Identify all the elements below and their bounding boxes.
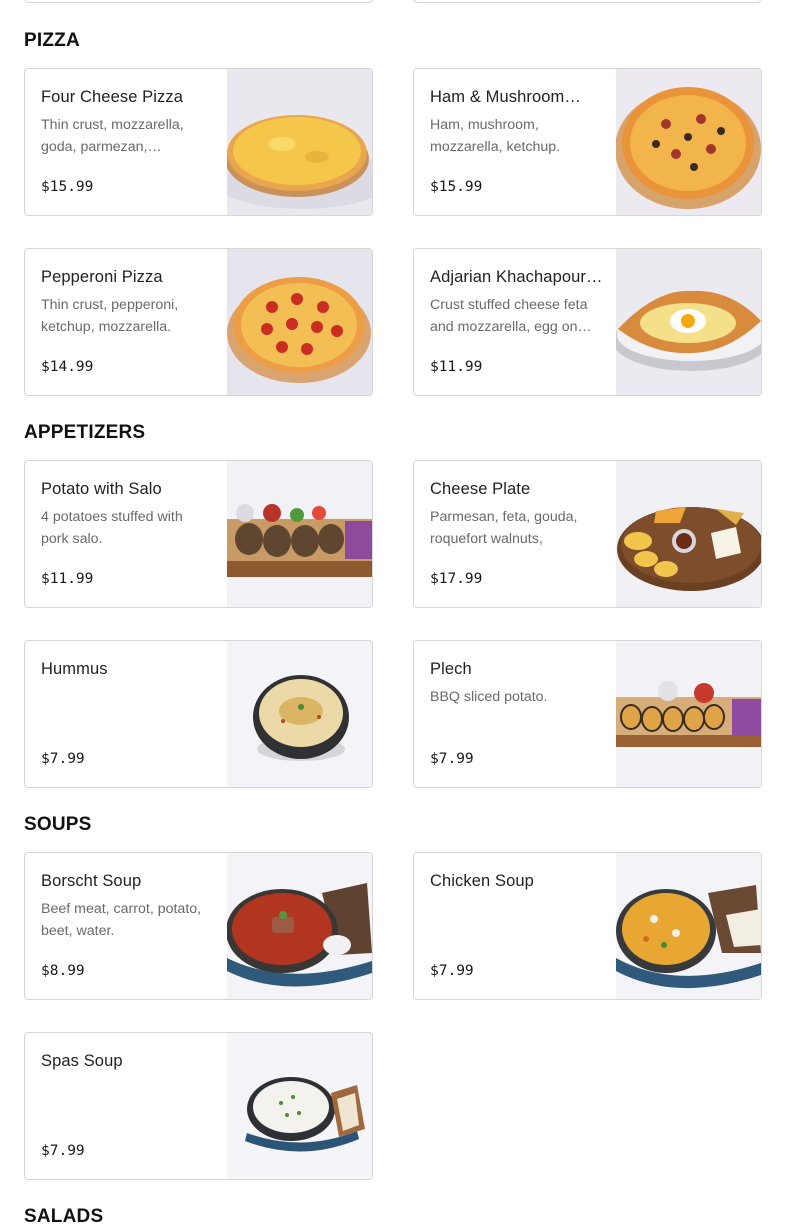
- item-description: BBQ sliced potato.: [430, 689, 548, 705]
- item-price: $11.99: [430, 359, 483, 375]
- item-name: Hummus: [41, 660, 108, 678]
- item-price: $15.99: [41, 179, 94, 195]
- item-name: Borscht Soup: [41, 872, 142, 890]
- khachapuri-image: [616, 249, 761, 395]
- item-name: Adjarian Khachapour…: [430, 268, 603, 286]
- menu-item-card[interactable]: Potato with Salo 4 potatoes stuffed with…: [24, 460, 373, 608]
- item-name: Plech: [430, 660, 472, 678]
- menu-item-card[interactable]: Pepperoni Pizza Thin crust, pepperoni, k…: [24, 248, 373, 396]
- item-price: $8.99: [41, 963, 85, 979]
- borscht-image: [227, 853, 372, 999]
- item-description: Ham, mushroom, mozzarella, ketchup.: [430, 117, 561, 155]
- four-cheese-pizza-image: [227, 69, 372, 215]
- menu-item-card[interactable]: Plech BBQ sliced potato. $7.99: [413, 640, 762, 788]
- item-name: Chicken Soup: [430, 872, 534, 890]
- item-description: Thin crust, pepperoni, ketchup, mozzarel…: [41, 297, 179, 335]
- item-name: Cheese Plate: [430, 480, 531, 498]
- item-name: Potato with Salo: [41, 480, 162, 498]
- previous-menu-card[interactable]: [24, 0, 373, 3]
- item-price: $7.99: [430, 751, 474, 767]
- item-description: Beef meat, carrot, potato, beet, water.: [41, 901, 202, 939]
- item-price: $15.99: [430, 179, 483, 195]
- plech-image: [616, 641, 761, 787]
- menu-item-card[interactable]: Cheese Plate Parmesan, feta, gouda, roqu…: [413, 460, 762, 608]
- item-price: $11.99: [41, 571, 94, 587]
- item-description: Thin crust, mozzarella, goda, parmezan,…: [41, 117, 184, 155]
- section-title-salads: SALADS: [24, 1206, 104, 1227]
- hummus-image: [227, 641, 372, 787]
- item-description: Parmesan, feta, gouda, roquefort walnuts…: [430, 509, 578, 547]
- potato-salo-image: [227, 461, 372, 607]
- item-name: Ham & Mushroom…: [430, 88, 581, 106]
- item-description: 4 potatoes stuffed with pork salo.: [41, 509, 183, 547]
- item-price: $7.99: [41, 1143, 85, 1159]
- item-name: Spas Soup: [41, 1052, 123, 1070]
- item-price: $14.99: [41, 359, 94, 375]
- item-name: Four Cheese Pizza: [41, 88, 184, 106]
- cheese-plate-image: [616, 461, 761, 607]
- menu-item-card[interactable]: Hummus $7.99: [24, 640, 373, 788]
- menu-item-card[interactable]: Adjarian Khachapour… Crust stuffed chees…: [413, 248, 762, 396]
- menu-item-card[interactable]: Spas Soup $7.99: [24, 1032, 373, 1180]
- menu-item-card[interactable]: Chicken Soup $7.99: [413, 852, 762, 1000]
- menu-item-card[interactable]: Four Cheese Pizza Thin crust, mozzarella…: [24, 68, 373, 216]
- section-title-pizza: PIZZA: [24, 30, 80, 51]
- ham-mushroom-pizza-image: [616, 69, 761, 215]
- item-name: Pepperoni Pizza: [41, 268, 163, 286]
- menu-item-card[interactable]: Borscht Soup Beef meat, carrot, potato, …: [24, 852, 373, 1000]
- spas-soup-image: [227, 1033, 372, 1179]
- section-title-soups: SOUPS: [24, 814, 92, 835]
- item-price: $7.99: [41, 751, 85, 767]
- chicken-soup-image: [616, 853, 761, 999]
- previous-menu-card[interactable]: [413, 0, 761, 3]
- item-price: $7.99: [430, 963, 474, 979]
- section-title-appetizers: APPETIZERS: [24, 422, 146, 443]
- item-description: Crust stuffed cheese feta and mozzarella…: [430, 297, 592, 335]
- pepperoni-pizza-image: [227, 249, 372, 395]
- menu-item-card[interactable]: Ham & Mushroom… Ham, mushroom, mozzarell…: [413, 68, 762, 216]
- item-price: $17.99: [430, 571, 483, 587]
